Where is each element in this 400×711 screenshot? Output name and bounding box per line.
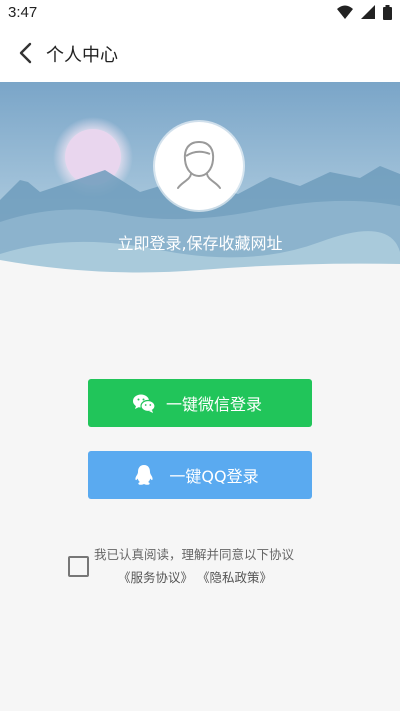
login-banner: 立即登录,保存收藏网址 [0,82,400,282]
wechat-login-button[interactable]: 一键微信登录 [88,379,312,427]
agreement-checkbox[interactable] [68,556,89,577]
app-bar: 个人中心 [0,26,400,82]
qq-login-button[interactable]: 一键QQ登录 [88,451,312,499]
wifi-icon [336,5,353,19]
qq-login-label: 一键QQ登录 [169,467,259,486]
wechat-login-label: 一键微信登录 [165,395,262,414]
back-arrow-icon [19,42,32,64]
user-avatar-icon [177,140,221,189]
user-avatar[interactable] [155,122,243,210]
status-time: 3:47 [8,4,38,21]
privacy-policy-link[interactable]: 《隐私政策》 [197,570,272,585]
back-button[interactable] [10,38,40,68]
battery-icon [383,5,392,20]
page-title: 个人中心 [46,45,118,66]
agreement-text: 我已认真阅读，理解并同意以下协议 [94,547,295,562]
status-icons [334,5,392,21]
agreement-section: 我已认真阅读，理解并同意以下协议 《服务协议》 《隐私政策》 [0,542,400,592]
service-agreement-link[interactable]: 《服务协议》 [118,570,193,585]
qq-icon [135,465,153,485]
login-prompt[interactable]: 立即登录,保存收藏网址 [0,230,400,254]
signal-icon [360,5,375,19]
status-bar: 3:47 [0,0,400,26]
wechat-icon [133,394,156,413]
agreement-links: 《服务协议》 《隐私政策》 [118,567,272,586]
